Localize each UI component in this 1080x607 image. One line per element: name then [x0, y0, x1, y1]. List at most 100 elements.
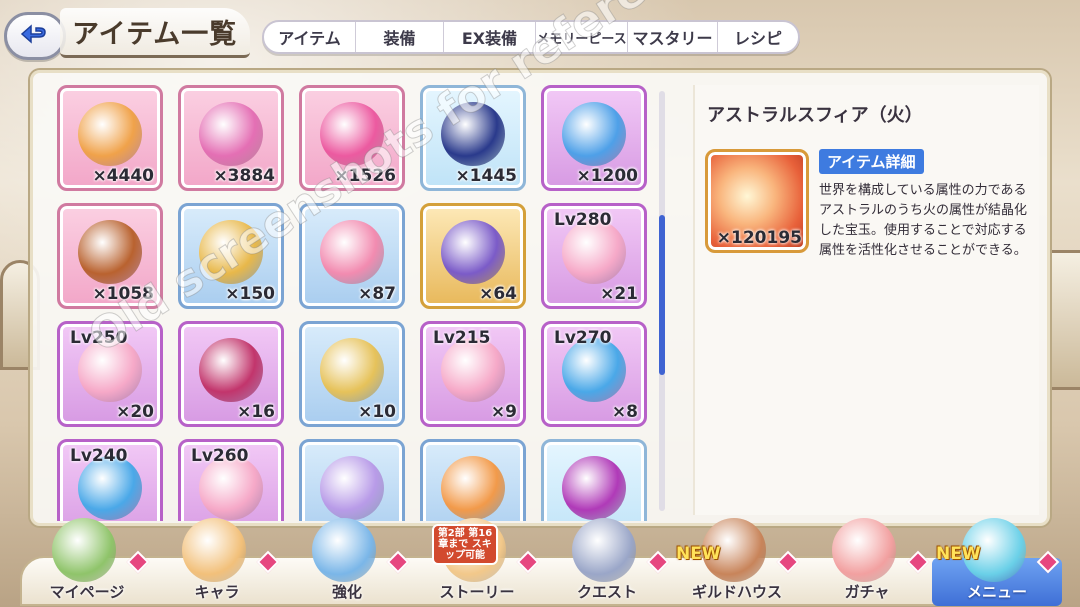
tab-memory-piece[interactable]: メモリーピース	[536, 22, 628, 52]
nav-label: ギルドハウス	[691, 583, 782, 601]
pink-orb-icon	[320, 102, 384, 166]
page-title: アイテム一覧	[72, 19, 238, 50]
item-slot[interactable]: ×1445	[420, 85, 526, 191]
pretzel-icon	[78, 220, 142, 284]
item-quantity: ×1058	[92, 284, 154, 304]
item-list-panel: ×4440 ×3884 ×1526 ×1445 ×1200 ×1058 ×150 ×87 ×64…	[30, 70, 1050, 526]
detail-description: 世界を構成している属性の力であるアストラルのうち火の属性が結晶化した宝玉。使用す…	[819, 183, 1028, 258]
new-badge: NEW	[676, 544, 721, 564]
item-quantity: ×1526	[334, 166, 396, 186]
item-quantity: ×1445	[455, 166, 517, 186]
nav-gacha[interactable]: ガチャ	[802, 518, 932, 606]
nav-guild-house[interactable]: NEW ギルドハウス	[672, 518, 802, 606]
nav-label: クエスト	[576, 583, 637, 601]
item-quantity: ×8	[611, 402, 638, 422]
back-arrow-icon	[20, 24, 46, 44]
item-level: Lv280	[554, 210, 612, 230]
astrolabe-icon	[441, 220, 505, 284]
item-slot[interactable]: ×64	[420, 203, 526, 309]
item-slot[interactable]: ×1526	[299, 85, 405, 191]
item-quantity: ×21	[600, 284, 638, 304]
item-level: Lv215	[433, 328, 491, 348]
item-slot[interactable]: Lv280 ×21	[541, 203, 647, 309]
item-level: Lv270	[554, 328, 612, 348]
item-slot[interactable]: Lv215 ×9	[420, 321, 526, 427]
enhance-icon	[312, 518, 376, 582]
nav-story[interactable]: 第2部 第16章まで スキップ可能ストーリー	[412, 518, 542, 606]
anniversary-ticket-icon	[441, 456, 505, 520]
item-quantity: ×9	[490, 402, 517, 422]
item-slot[interactable]: ×3884	[178, 85, 284, 191]
item-level: Lv240	[70, 446, 128, 466]
nav-label: マイページ	[49, 583, 125, 601]
potion-jar-icon	[562, 102, 626, 166]
item-slot[interactable]: ×16	[178, 321, 284, 427]
home-icon	[52, 518, 116, 582]
item-quantity: ×20	[116, 402, 154, 422]
item-level: Lv260	[191, 446, 249, 466]
perfume-bottle-icon	[562, 456, 626, 520]
tab-item[interactable]: アイテム	[264, 22, 356, 52]
item-quantity: ×10	[358, 402, 396, 422]
pie-icon	[78, 102, 142, 166]
ticket-icon	[441, 102, 505, 166]
item-quantity: ×4440	[92, 166, 154, 186]
item-quantity: ×3884	[213, 166, 275, 186]
nav-enhance[interactable]: 強化	[282, 518, 412, 606]
item-slot[interactable]: Lv260	[178, 439, 284, 521]
item-grid[interactable]: ×4440 ×3884 ×1526 ×1445 ×1200 ×1058 ×150 ×87 ×64…	[51, 81, 661, 521]
nav-label: キャラ	[194, 583, 240, 601]
item-detail-pane: アストラルスフィア（火） ×120195 アイテム詳細 世界を構成している属性の…	[693, 85, 1039, 515]
quest-icon	[572, 518, 636, 582]
background-window	[1048, 250, 1080, 390]
nav-label: ストーリー	[439, 583, 515, 601]
nav-quest[interactable]: クエスト	[542, 518, 672, 606]
item-slot[interactable]	[541, 439, 647, 521]
item-slot[interactable]: ×10	[299, 321, 405, 427]
item-slot[interactable]: ×1200	[541, 85, 647, 191]
tab-ex-equipment[interactable]: EX装備	[444, 22, 536, 52]
item-slot[interactable]: ×4440	[57, 85, 163, 191]
item-grid-scrollbar[interactable]	[659, 91, 665, 511]
item-slot[interactable]: ×150	[178, 203, 284, 309]
item-quantity: ×1200	[576, 166, 638, 186]
item-slot[interactable]: Lv250 ×20	[57, 321, 163, 427]
tab-mastery[interactable]: マスタリー	[628, 22, 718, 52]
detail-item-name: アストラルスフィア（火）	[707, 105, 923, 126]
nav-label: メニュー	[966, 583, 1027, 601]
nav-home[interactable]: マイページ	[22, 518, 152, 606]
nav-label: 強化	[331, 583, 362, 601]
category-tabs: アイテム 装備 EX装備 メモリーピース マスタリー レシピ	[262, 20, 800, 54]
item-slot[interactable]: ×87	[299, 203, 405, 309]
item-quantity: ×87	[358, 284, 396, 304]
item-quantity: ×64	[479, 284, 517, 304]
time-ticket-icon	[199, 220, 263, 284]
new-badge: NEW	[936, 544, 981, 564]
detail-item-qty: ×120195	[716, 228, 802, 248]
scroll-thumb[interactable]	[659, 215, 665, 375]
tab-recipe[interactable]: レシピ	[718, 22, 798, 52]
item-slot[interactable]: Lv240	[57, 439, 163, 521]
item-slot[interactable]: ×1058	[57, 203, 163, 309]
item-quantity: ×16	[237, 402, 275, 422]
heart-crystal-icon	[199, 102, 263, 166]
banner-ticket-icon	[320, 456, 384, 520]
item-level: Lv250	[70, 328, 128, 348]
bottom-nav: マイページ キャラ 強化 第2部 第16章まで スキップ可能 ストーリー クエスト NEW ギ…	[20, 518, 1062, 606]
fire-orb-icon: ×120195	[705, 149, 809, 253]
item-quantity: ×150	[225, 284, 275, 304]
ring-icon	[199, 338, 263, 402]
nav-label: ガチャ	[844, 583, 890, 601]
golden-knot-icon	[320, 338, 384, 402]
nav-character[interactable]: キャラ	[152, 518, 282, 606]
item-detail-button[interactable]: アイテム詳細	[819, 149, 924, 174]
pink-ticket-icon	[320, 220, 384, 284]
item-slot[interactable]: Lv270 ×8	[541, 321, 647, 427]
back-button[interactable]	[4, 12, 66, 60]
item-slot[interactable]	[299, 439, 405, 521]
item-slot[interactable]: 7th Anniv.	[420, 439, 526, 521]
gacha-icon	[832, 518, 896, 582]
story-skip-tag: 第2部 第16章まで スキップ可能	[432, 524, 498, 565]
nav-menu[interactable]: NEW メニュー	[932, 518, 1062, 606]
tab-equipment[interactable]: 装備	[356, 22, 444, 52]
